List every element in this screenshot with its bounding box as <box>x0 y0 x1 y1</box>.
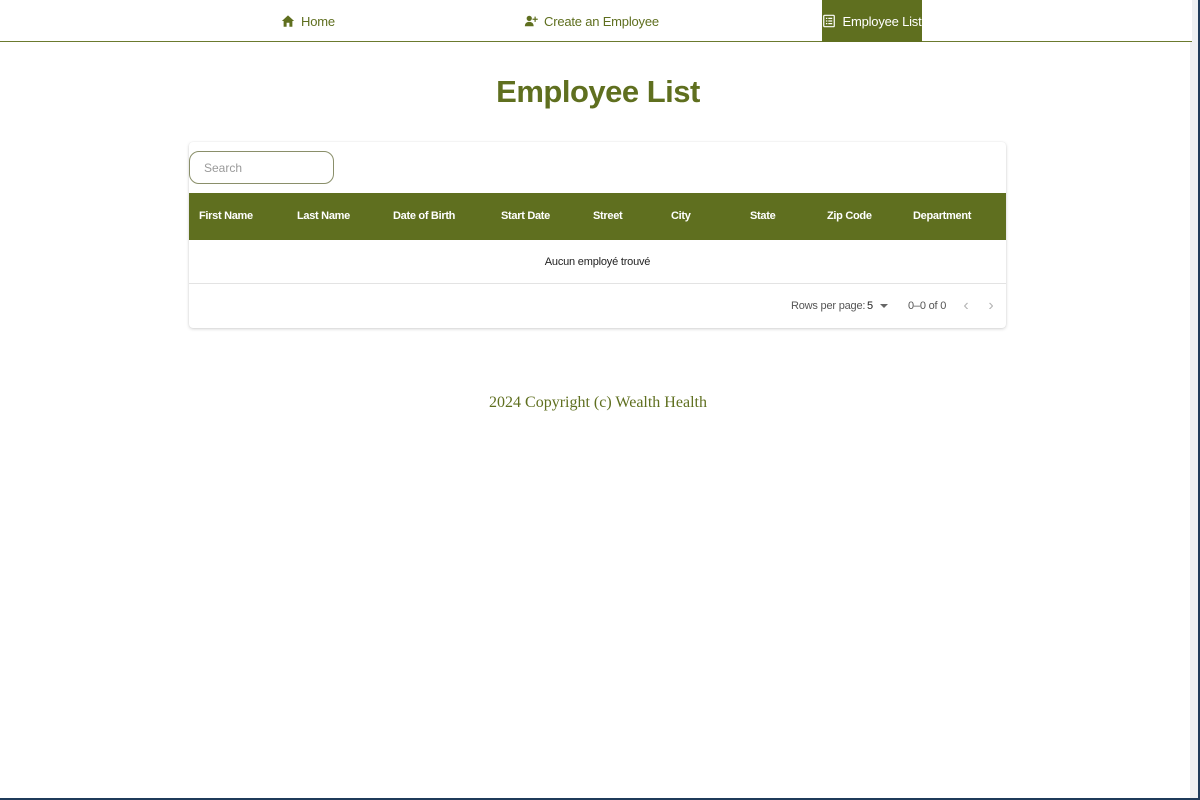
user-plus-icon <box>524 14 538 28</box>
employee-table-card: First Name Last Name Date of Birth Start… <box>189 142 1006 328</box>
nav-home-label: Home <box>301 13 335 29</box>
table-pagination: Rows per page: 5 0–0 of 0 ‹ › <box>189 284 1006 328</box>
page-footer: 2024 Copyright (c) Wealth Health <box>489 394 707 411</box>
list-icon <box>822 14 836 28</box>
table-empty-message: Aucun employé trouvé <box>189 240 1006 284</box>
page-title: Employee List <box>496 74 700 109</box>
search-input[interactable] <box>189 151 334 184</box>
column-header-date-of-birth[interactable]: Date of Birth <box>393 193 455 240</box>
chevron-right-icon: › <box>988 297 994 314</box>
rows-per-page-value: 5 <box>867 300 874 312</box>
column-header-city[interactable]: City <box>671 193 691 240</box>
chevron-left-icon: ‹ <box>963 297 969 314</box>
nav-create-label: Create an Employee <box>544 13 659 29</box>
next-page-button[interactable]: › <box>980 295 1002 317</box>
column-header-department[interactable]: Department <box>913 193 971 240</box>
nav-link-employee-list[interactable]: Employee List <box>822 0 922 42</box>
column-header-zip-code[interactable]: Zip Code <box>827 193 872 240</box>
nav-list-label: Employee List <box>842 13 922 29</box>
column-header-start-date[interactable]: Start Date <box>501 193 550 240</box>
nav-link-home[interactable]: Home <box>281 0 335 42</box>
rows-per-page-label: Rows per page: <box>791 300 866 312</box>
column-header-state[interactable]: State <box>750 193 776 240</box>
table-header-row: First Name Last Name Date of Birth Start… <box>189 193 1006 240</box>
column-header-street[interactable]: Street <box>593 193 623 240</box>
column-header-last-name[interactable]: Last Name <box>297 193 350 240</box>
rows-per-page-select[interactable]: 5 <box>867 297 889 315</box>
caret-down-icon <box>880 304 889 308</box>
column-header-first-name[interactable]: First Name <box>199 193 253 240</box>
pagination-range: 0–0 of 0 <box>908 300 947 312</box>
home-icon <box>281 14 295 28</box>
top-navbar: Home Create an Employee Employee List <box>0 0 1192 42</box>
nav-link-create-employee[interactable]: Create an Employee <box>524 0 659 42</box>
previous-page-button[interactable]: ‹ <box>955 295 977 317</box>
